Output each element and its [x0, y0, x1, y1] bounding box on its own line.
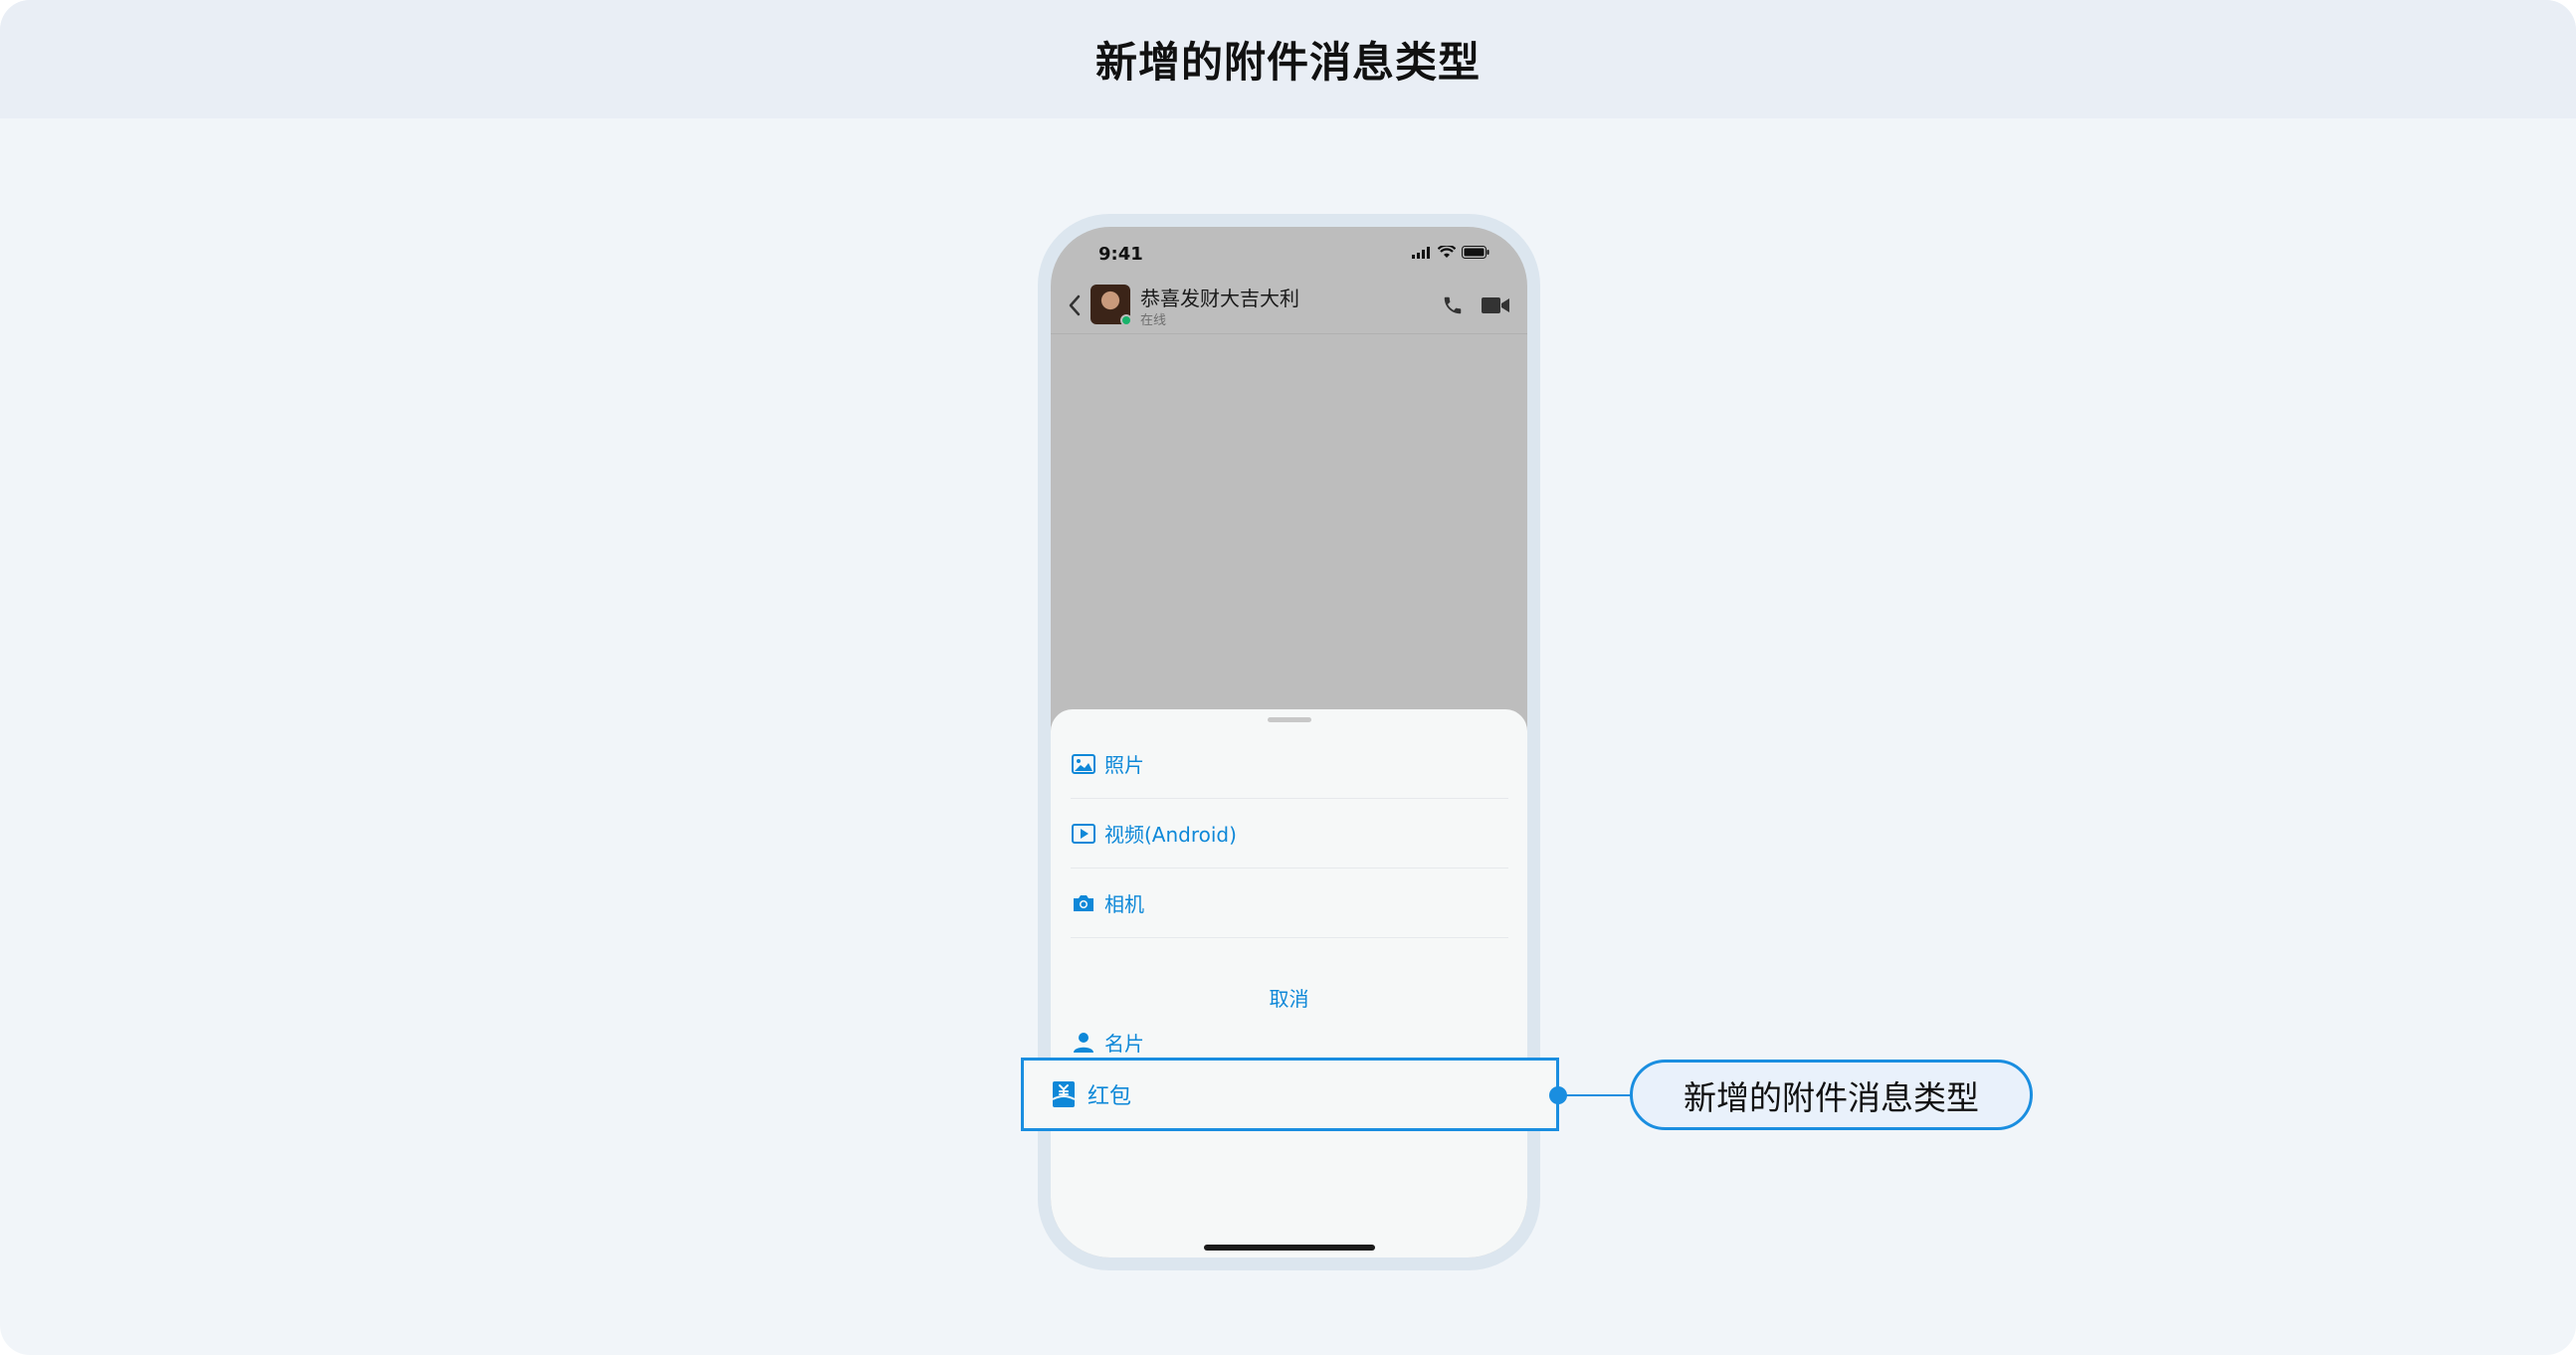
callout-label: 新增的附件消息类型	[1630, 1060, 2033, 1130]
status-icons	[1412, 246, 1489, 259]
sheet-item-video[interactable]: 视频(Android)	[1071, 799, 1508, 868]
chat-contact-status: 在线	[1140, 313, 1167, 328]
sheet-item-label: 红包	[1088, 1084, 1132, 1109]
callout-connector-line	[1557, 1094, 1632, 1096]
camera-icon	[1071, 890, 1096, 916]
status-bar: 9:41	[1051, 227, 1527, 277]
video-play-icon	[1071, 821, 1096, 847]
red-packet-icon	[1050, 1079, 1078, 1109]
sheet-item-red-packet[interactable]: 红包	[1021, 1058, 1559, 1131]
banner: 新增的附件消息类型	[0, 0, 2576, 118]
person-icon	[1071, 1030, 1096, 1056]
back-chevron-icon[interactable]	[1065, 290, 1085, 320]
online-status-dot	[1120, 314, 1132, 326]
home-indicator	[1204, 1245, 1375, 1251]
image-icon	[1071, 751, 1096, 777]
cellular-signal-icon	[1412, 246, 1430, 259]
sheet-item-camera[interactable]: 相机	[1071, 869, 1508, 937]
callout-connector-dot	[1549, 1086, 1567, 1104]
chat-header: 恭喜发财大吉大利 在线	[1051, 277, 1527, 334]
phone-call-icon[interactable]	[1442, 294, 1464, 316]
status-time: 9:41	[1098, 244, 1143, 265]
sheet-item-label: 相机	[1104, 892, 1144, 916]
sheet-item-photo[interactable]: 照片	[1071, 729, 1508, 798]
cancel-button[interactable]: 取消	[1051, 962, 1527, 1032]
page-title: 新增的附件消息类型	[1094, 38, 1481, 87]
sheet-grabber[interactable]	[1268, 717, 1311, 722]
sheet-item-label: 照片	[1104, 753, 1144, 777]
sheet-item-label: 视频(Android)	[1104, 823, 1237, 847]
sheet-item-label: 名片	[1104, 1032, 1144, 1056]
canvas: 新增的附件消息类型 9:41 恭喜发财大吉大利 在线 照片 视频(Android…	[0, 0, 2576, 1355]
battery-icon	[1462, 246, 1489, 259]
chat-contact-name: 恭喜发财大吉大利	[1140, 287, 1299, 310]
wifi-icon	[1438, 246, 1456, 258]
video-call-icon[interactable]	[1482, 295, 1509, 315]
attachment-action-sheet: 照片 视频(Android) 相机 文件	[1051, 709, 1527, 1258]
